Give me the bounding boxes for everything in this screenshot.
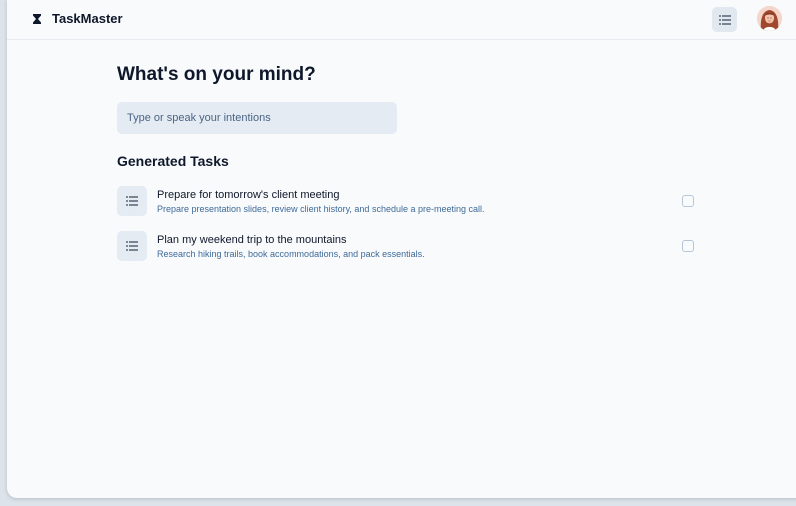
task-icon-box [117, 231, 147, 261]
task-item[interactable]: Plan my weekend trip to the mountains Re… [117, 231, 697, 263]
intention-input[interactable] [117, 102, 397, 134]
list-icon [126, 241, 138, 251]
list-icon [718, 14, 731, 25]
app-window: TaskMaster What's on your mind? Type or … [7, 0, 796, 498]
top-bar: TaskMaster [7, 0, 796, 40]
task-description: Research hiking trails, book accommodati… [157, 249, 425, 259]
section-title: Generated Tasks [117, 153, 229, 169]
list-icon [126, 196, 138, 206]
user-avatar[interactable] [757, 6, 782, 31]
task-title: Prepare for tomorrow's client meeting [157, 189, 340, 201]
task-checkbox[interactable] [682, 195, 694, 207]
task-description: Prepare presentation slides, review clie… [157, 204, 485, 214]
app-title: TaskMaster [52, 11, 123, 26]
task-title: Plan my weekend trip to the mountains [157, 234, 347, 246]
task-icon-box [117, 186, 147, 216]
task-item[interactable]: Prepare for tomorrow's client meeting Pr… [117, 186, 697, 218]
avatar-image [757, 6, 782, 31]
task-checkbox[interactable] [682, 240, 694, 252]
hourglass-icon [33, 14, 41, 24]
menu-button[interactable] [712, 7, 737, 32]
page-heading: What's on your mind? [117, 64, 316, 85]
